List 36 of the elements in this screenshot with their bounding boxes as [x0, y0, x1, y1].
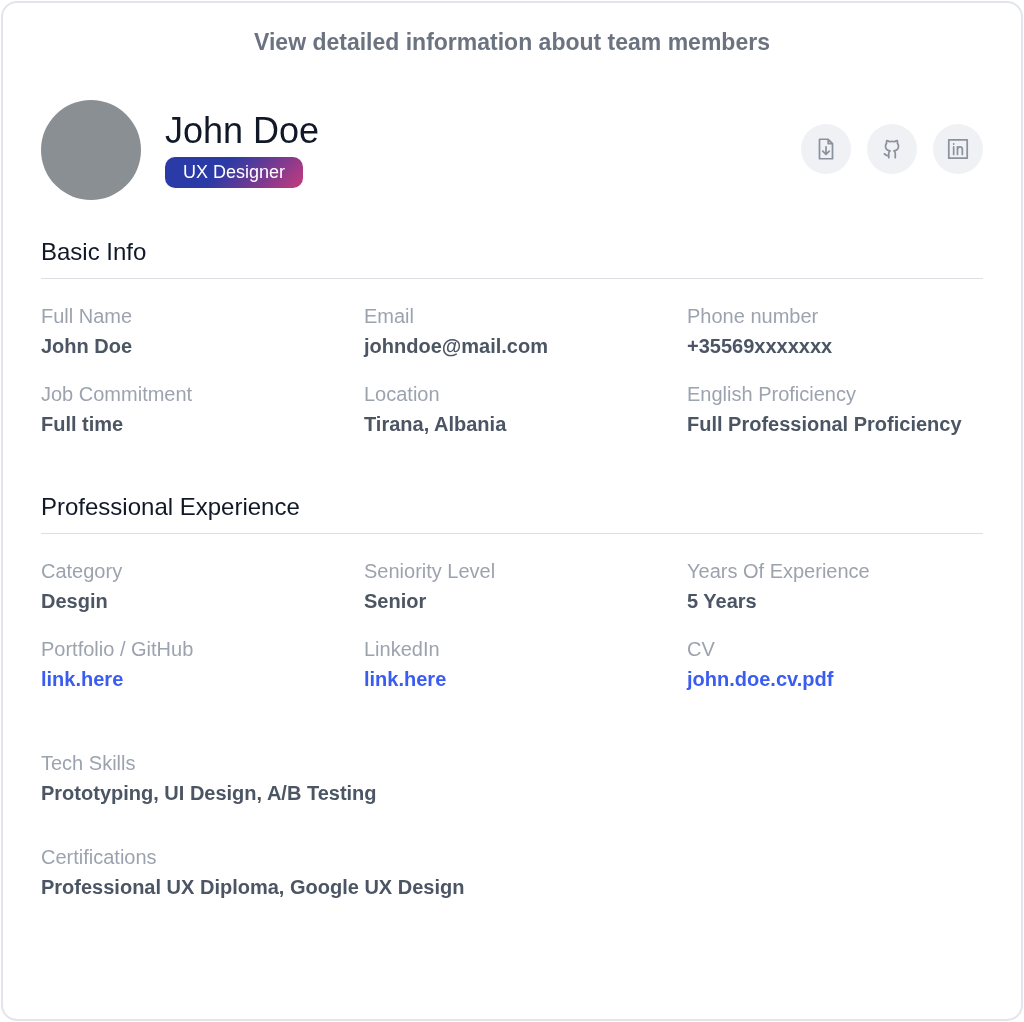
field-value: Desgin — [41, 588, 109, 614]
field-label: Email — [364, 303, 415, 329]
section-title: Basic Info — [41, 233, 983, 279]
file-download-button[interactable] — [801, 123, 851, 174]
field-label: LinkedIn — [364, 636, 441, 662]
field-label: CV — [687, 636, 716, 662]
field-label: Location — [364, 381, 441, 407]
section-title: Professional Experience — [41, 488, 983, 534]
field-label: Certifications — [41, 844, 158, 870]
field-label: Category — [41, 558, 124, 584]
linkedin-button[interactable] — [933, 123, 983, 174]
field-value: Full time — [41, 411, 125, 437]
github-button[interactable] — [867, 123, 917, 174]
role-badge: UX Designer — [165, 156, 304, 188]
field-label: Phone number — [687, 303, 820, 329]
field-label: English Proficiency — [687, 381, 857, 407]
field-label: Years Of Experience — [687, 558, 871, 584]
field-label: Full Name — [41, 303, 134, 329]
field-value: Full Professional Proficiency — [687, 411, 963, 437]
field-value: Tirana, Albania — [364, 411, 508, 437]
field-value: +35569xxxxxxx — [687, 333, 834, 359]
page-subtitle: View detailed information about team members — [253, 28, 771, 57]
field-label: Portfolio / GitHub — [41, 636, 195, 662]
field-value: 5 Years — [687, 588, 758, 614]
field-value: johndoe@mail.com — [364, 333, 549, 359]
field-label: Seniority Level — [364, 558, 497, 584]
link[interactable]: link.here — [41, 667, 124, 690]
field-value: Prototyping, UI Design, A/B Testing — [41, 780, 378, 806]
field-label: Tech Skills — [41, 750, 137, 776]
profile-name: John Doe — [165, 111, 320, 151]
link[interactable]: john.doe.cv.pdf — [687, 667, 834, 690]
link[interactable]: link.here — [364, 667, 447, 690]
field-value: Senior — [364, 588, 428, 614]
field-label: Job Commitment — [41, 381, 194, 407]
field-value: Professional UX Diploma, Google UX Design — [41, 874, 466, 900]
field-value: John Doe — [41, 333, 134, 359]
